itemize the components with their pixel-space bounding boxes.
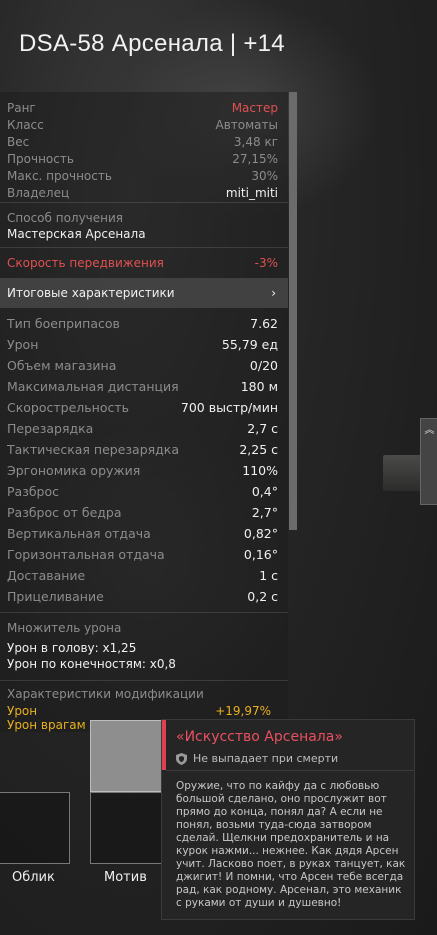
damage-multiplier-section: Множитель урона Урон в голову: x1,25 Уро… [0, 613, 288, 680]
totals-header-label: Итоговые характеристики [7, 286, 175, 300]
stat-label: Скорострельность [7, 400, 129, 415]
item-tooltip: «Искусство Арсенала» Не выпадает при сме… [161, 719, 415, 920]
move-speed-row: Скорость передвижения -3% [0, 248, 288, 278]
mod-row-label: Урон [7, 704, 38, 718]
stat-row: Скорострельность 700 выстр/мин [0, 397, 288, 418]
stat-row: Разброс от бедра 2,7° [0, 502, 288, 523]
move-speed-value: -3% [254, 256, 278, 270]
stat-value: 110% [242, 463, 278, 478]
stat-value: 7.62 [250, 316, 278, 331]
stats-group: Тип боеприпасов 7.62 Урон 55,79 ед Объем маг… [0, 308, 288, 612]
info-row: Ранг Мастер [0, 100, 288, 117]
divider [166, 770, 414, 771]
stat-label: Вертикальная отдача [7, 526, 151, 541]
stat-label: Тактическая перезарядка [7, 442, 180, 457]
stat-row: Тип боеприпасов 7.62 [0, 313, 288, 334]
stat-row: Тактическая перезарядка 2,25 с [0, 439, 288, 460]
mod-stats-label: Характеристики модификации [7, 687, 204, 701]
info-label: Ранг [7, 101, 36, 115]
double-chevron-up-icon: ︽ [424, 425, 435, 436]
info-row: Владелец miti_miti [0, 185, 288, 202]
motive-label: Мотив [104, 870, 147, 885]
stat-value: 0/20 [249, 358, 278, 373]
stat-label: Эргономика оружия [7, 463, 141, 478]
info-row: Прочность 27,15% [0, 151, 288, 168]
item-title: DSA-58 Арсенала | +14 [19, 30, 285, 57]
damage-multiplier-label: Множитель урона [7, 621, 122, 635]
limb-damage: Урон по конечностям: x0,8 [7, 657, 176, 671]
stat-label: Урон [7, 337, 39, 352]
tooltip-title: «Искусство Арсенала» [176, 729, 343, 745]
stat-row: Вертикальная отдача 0,82° [0, 523, 288, 544]
stat-value: 0,2 с [247, 589, 278, 604]
info-value: 3,48 кг [233, 135, 278, 149]
info-value: Автоматы [215, 118, 278, 132]
acquisition-label: Способ получения [7, 211, 124, 225]
stat-label: Тип боеприпасов [7, 316, 120, 331]
stat-row: Максимальная дистанция 180 м [0, 376, 288, 397]
stat-value: 55,79 ед [221, 337, 278, 352]
stat-row: Разброс 0,4° [0, 481, 288, 502]
look-slot[interactable] [0, 792, 70, 864]
stat-row: Прицеливание 0,2 с [0, 586, 288, 607]
motive-slot-selected[interactable] [90, 720, 162, 792]
stat-value: 2,7° [251, 505, 278, 520]
stat-row: Эргономика оружия 110% [0, 460, 288, 481]
look-label: Облик [12, 870, 55, 885]
head-damage: Урон в голову: x1,25 [7, 641, 137, 655]
tooltip-subtitle: Не выпадает при смерти [193, 752, 339, 765]
stat-label: Разброс [7, 484, 60, 499]
chevron-right-icon: › [271, 286, 276, 300]
acquisition-value: Мастерская Арсенала [7, 227, 146, 241]
tooltip-description: Оружие, что по кайфу да с любовью большо… [176, 780, 406, 909]
stat-row: Перезарядка 2,7 с [0, 418, 288, 439]
info-label: Вес [7, 135, 30, 149]
stat-row: Урон 55,79 ед [0, 334, 288, 355]
info-value: 27,15% [232, 152, 278, 166]
info-row: Класс Автоматы [0, 117, 288, 134]
info-label: Макс. прочность [7, 169, 112, 183]
info-group: Ранг Мастер Класс Автоматы Вес 3,48 кг Прочнос… [0, 92, 288, 202]
scroll-up-button[interactable]: ︽ [420, 418, 437, 505]
stat-value: 700 выстр/мин [180, 400, 278, 415]
tooltip-accent [162, 720, 166, 770]
mod-row: Урон +19,97% [7, 704, 281, 718]
info-label: Владелец [7, 186, 70, 200]
stat-row: Доставание 1 с [0, 565, 288, 586]
stat-label: Прицеливание [7, 589, 104, 604]
stat-label: Перезарядка [7, 421, 94, 436]
stat-row: Объем магазина 0/20 [0, 355, 288, 376]
stat-label: Объем магазина [7, 358, 117, 373]
stat-value: 1 с [259, 568, 278, 583]
info-value: miti_miti [225, 186, 278, 200]
move-speed-label: Скорость передвижения [7, 256, 164, 270]
stat-label: Доставание [7, 568, 86, 583]
tooltip-subtitle-row: Не выпадает при смерти [176, 752, 338, 765]
stat-value: 180 м [240, 379, 278, 394]
stat-value: 2,7 с [247, 421, 278, 436]
info-row: Макс. прочность 30% [0, 168, 288, 185]
stat-value: 0,16° [243, 547, 278, 562]
info-value: 30% [251, 169, 278, 183]
info-value: Мастер [231, 101, 278, 115]
stat-value: 2,25 с [239, 442, 278, 457]
stat-row: Горизонтальная отдача 0,16° [0, 544, 288, 565]
stat-label: Разброс от бедра [7, 505, 122, 520]
stats-panel[interactable]: Ранг Мастер Класс Автоматы Вес 3,48 кг Прочнос… [0, 92, 288, 732]
stat-value: 0,4° [251, 484, 278, 499]
scrollbar[interactable] [289, 92, 297, 530]
info-label: Класс [7, 118, 44, 132]
info-label: Прочность [7, 152, 74, 166]
stat-label: Максимальная дистанция [7, 379, 179, 394]
mod-row-value: +19,97% [215, 704, 271, 718]
shield-icon [176, 752, 187, 765]
stat-label: Горизонтальная отдача [7, 547, 165, 562]
acquisition-section: Способ получения Мастерская Арсенала [0, 203, 288, 247]
stat-value: 0,82° [243, 526, 278, 541]
totals-header[interactable]: Итоговые характеристики › [0, 278, 288, 308]
info-row: Вес 3,48 кг [0, 134, 288, 151]
motive-slot[interactable] [90, 792, 162, 864]
